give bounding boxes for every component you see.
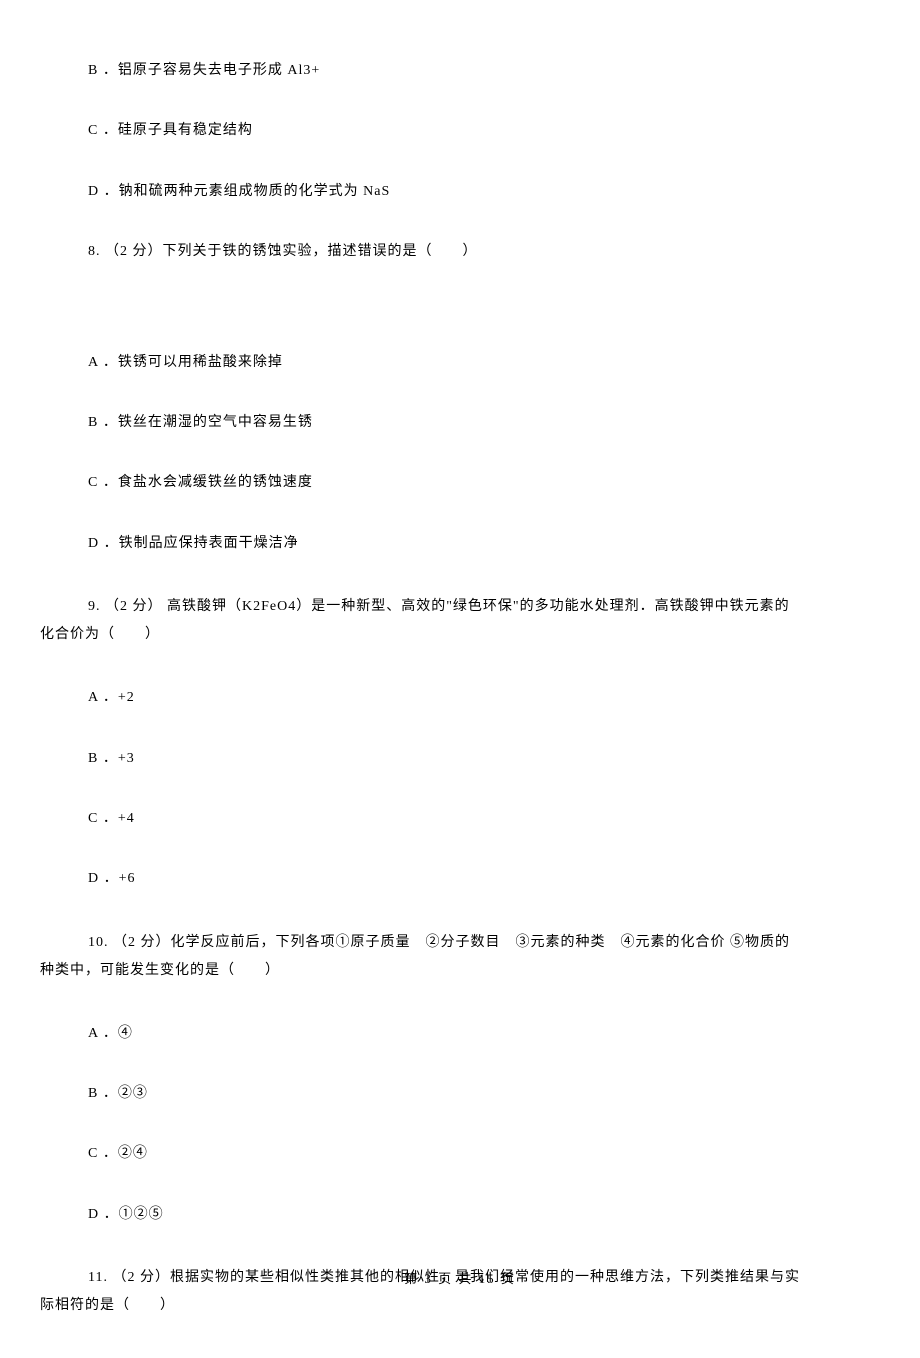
question-line1: 10. （2 分）化学反应前后，下列各项①原子质量 ②分子数目 ③元素的种类 ④…: [40, 929, 880, 957]
option-text: +3: [118, 751, 135, 766]
option-text: ②③: [118, 1086, 148, 1101]
footer-suffix: 页: [501, 1271, 516, 1286]
option-text: ①②⑤: [119, 1207, 164, 1222]
option-label: D ．: [88, 1207, 119, 1222]
option-label: A ．: [88, 1026, 118, 1041]
option-item: B ．铝原子容易失去电子形成 Al3+: [88, 60, 880, 82]
question-text: 下列关于铁的锈蚀实验，描述错误的是（ ）: [163, 244, 478, 259]
option-item: C ．硅原子具有稳定结构: [88, 120, 880, 142]
question-9: 9. （2 分） 高铁酸钾（K2FeO4）是一种新型、高效的"绿色环保"的多功能…: [40, 593, 880, 649]
option-text: 硅原子具有稳定结构: [118, 123, 253, 138]
question-points: （2 分）: [105, 244, 163, 259]
option-item: D ．+6: [88, 868, 880, 890]
option-item: C ．+4: [88, 808, 880, 830]
spacer: [40, 302, 880, 352]
option-label: B ．: [88, 1086, 118, 1101]
option-label: C ．: [88, 475, 118, 490]
option-item: A ．④: [88, 1023, 880, 1045]
option-label: C ．: [88, 811, 118, 826]
footer-current-page: 3: [424, 1271, 433, 1286]
option-text: 铁丝在潮湿的空气中容易生锈: [118, 415, 313, 430]
option-item: B ．铁丝在潮湿的空气中容易生锈: [88, 412, 880, 434]
option-text: +4: [118, 811, 135, 826]
option-item: C ．②④: [88, 1143, 880, 1165]
question-line2: 际相符的是（ ）: [40, 1292, 880, 1320]
option-text: ②④: [118, 1146, 148, 1161]
question-10: 10. （2 分）化学反应前后，下列各项①原子质量 ②分子数目 ③元素的种类 ④…: [40, 929, 880, 985]
option-label: B ．: [88, 751, 118, 766]
option-text: ④: [118, 1026, 133, 1041]
option-item: D ．钠和硫两种元素组成物质的化学式为 NaS: [88, 181, 880, 203]
option-item: C ．食盐水会减缓铁丝的锈蚀速度: [88, 472, 880, 494]
option-item: A ．+2: [88, 687, 880, 709]
option-item: B ．②③: [88, 1083, 880, 1105]
footer-mid: 页 共: [438, 1271, 473, 1286]
footer-total-pages: 15: [479, 1271, 496, 1286]
option-text: 食盐水会减缓铁丝的锈蚀速度: [118, 475, 313, 490]
option-label: A ．: [88, 355, 118, 370]
option-label: D ．: [88, 536, 119, 551]
option-text: +6: [119, 871, 136, 886]
footer-prefix: 第: [404, 1271, 419, 1286]
option-item: A ．铁锈可以用稀盐酸来除掉: [88, 352, 880, 374]
option-label: D ．: [88, 184, 119, 199]
option-label: C ．: [88, 1146, 118, 1161]
option-text: 铁锈可以用稀盐酸来除掉: [118, 355, 283, 370]
document-content: B ．铝原子容易失去电子形成 Al3+ C ．硅原子具有稳定结构 D ．钠和硫两…: [40, 0, 880, 1320]
option-label: B ．: [88, 63, 118, 78]
option-item: D ．①②⑤: [88, 1204, 880, 1226]
option-item: B ．+3: [88, 748, 880, 770]
question-line2: 种类中，可能发生变化的是（ ）: [40, 957, 880, 985]
option-text: 钠和硫两种元素组成物质的化学式为 NaS: [119, 184, 391, 199]
option-text: 铁制品应保持表面干燥洁净: [119, 536, 299, 551]
question-number: 8.: [88, 244, 105, 259]
question-line2: 化合价为（ ）: [40, 621, 880, 649]
question-line1: 9. （2 分） 高铁酸钾（K2FeO4）是一种新型、高效的"绿色环保"的多功能…: [40, 593, 880, 621]
page-footer: 第 3 页 共 15 页: [0, 1269, 920, 1290]
option-label: C ．: [88, 123, 118, 138]
option-text: 铝原子容易失去电子形成 Al3+: [118, 63, 320, 78]
option-label: B ．: [88, 415, 118, 430]
option-item: D ．铁制品应保持表面干燥洁净: [88, 533, 880, 555]
option-label: D ．: [88, 871, 119, 886]
option-text: +2: [118, 690, 135, 705]
option-label: A ．: [88, 690, 118, 705]
question-8: 8. （2 分）下列关于铁的锈蚀实验，描述错误的是（ ）: [88, 241, 880, 263]
